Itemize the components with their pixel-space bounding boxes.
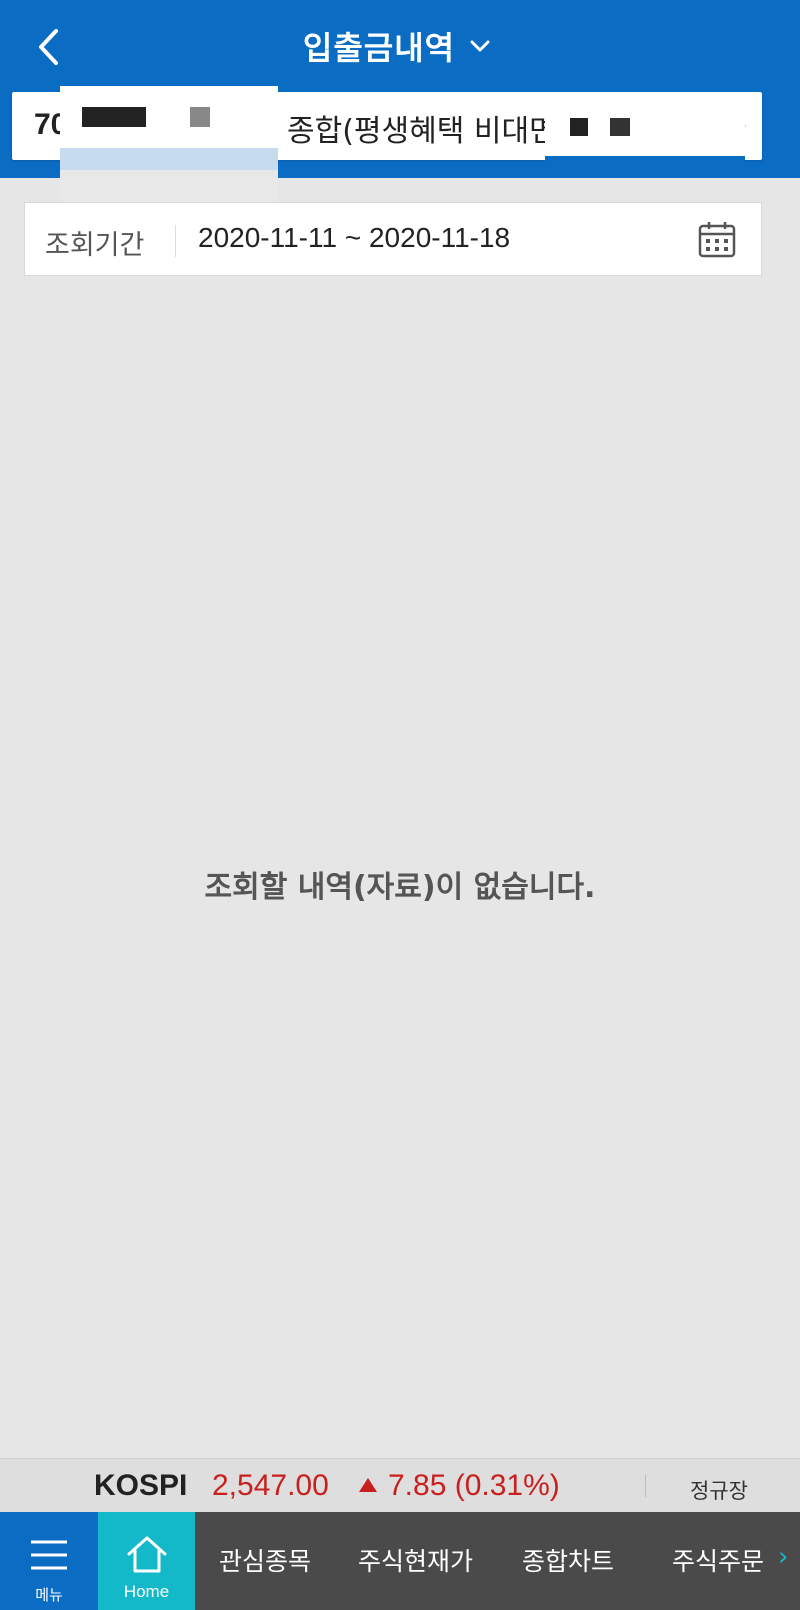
nav-watchlist[interactable]: 관심종목 (219, 1542, 311, 1578)
hamburger-icon (31, 1540, 67, 1570)
period-selector[interactable]: 조회기간 2020-11-11 ~ 2020-11-18 (24, 202, 762, 276)
empty-state-message: 조회할 내역(자료)이 없습니다. (204, 870, 596, 905)
bottom-nav: 메뉴 Home 관심종목 주식현재가 종합차트 주식주문 › (0, 1512, 800, 1610)
menu-button[interactable]: 메뉴 (0, 1512, 98, 1610)
home-icon (127, 1536, 167, 1573)
calendar-icon[interactable] (697, 219, 737, 259)
account-name: 종합(평생혜택 비대면) (287, 114, 569, 149)
chevron-down-icon (469, 36, 497, 56)
title-dropdown[interactable]: 입출금내역 (0, 18, 800, 74)
redaction-block (190, 107, 210, 127)
triangle-up-icon (359, 1478, 377, 1492)
index-name: KOSPI (94, 1469, 188, 1502)
index-change: 7.85 (0.31%) (388, 1469, 560, 1502)
period-label: 조회기간 (45, 230, 145, 261)
nav-stock-order[interactable]: 주식주문 (672, 1542, 764, 1578)
index-value: 2,547.00 (212, 1469, 329, 1502)
redaction-block (82, 107, 146, 127)
nav-stock-price[interactable]: 주식현재가 (358, 1542, 473, 1578)
nav-chart[interactable]: 종합차트 (522, 1542, 614, 1578)
chevron-right-icon[interactable]: › (778, 1542, 788, 1572)
home-button[interactable]: Home (98, 1512, 195, 1610)
redaction-block (570, 118, 588, 136)
market-session: 정규장 (690, 1479, 748, 1503)
period-value[interactable]: 2020-11-11 ~ 2020-11-18 (198, 222, 510, 254)
divider (175, 225, 176, 257)
divider (645, 1475, 646, 1497)
market-ticker[interactable]: KOSPI 2,547.00 7.85 (0.31%) 정규장 (0, 1458, 800, 1512)
redaction-mask (60, 86, 278, 210)
home-label: Home (123, 1582, 170, 1601)
menu-label: 메뉴 (35, 1586, 63, 1604)
redaction-block (610, 118, 630, 136)
page-title: 입출금내역 (302, 29, 456, 67)
